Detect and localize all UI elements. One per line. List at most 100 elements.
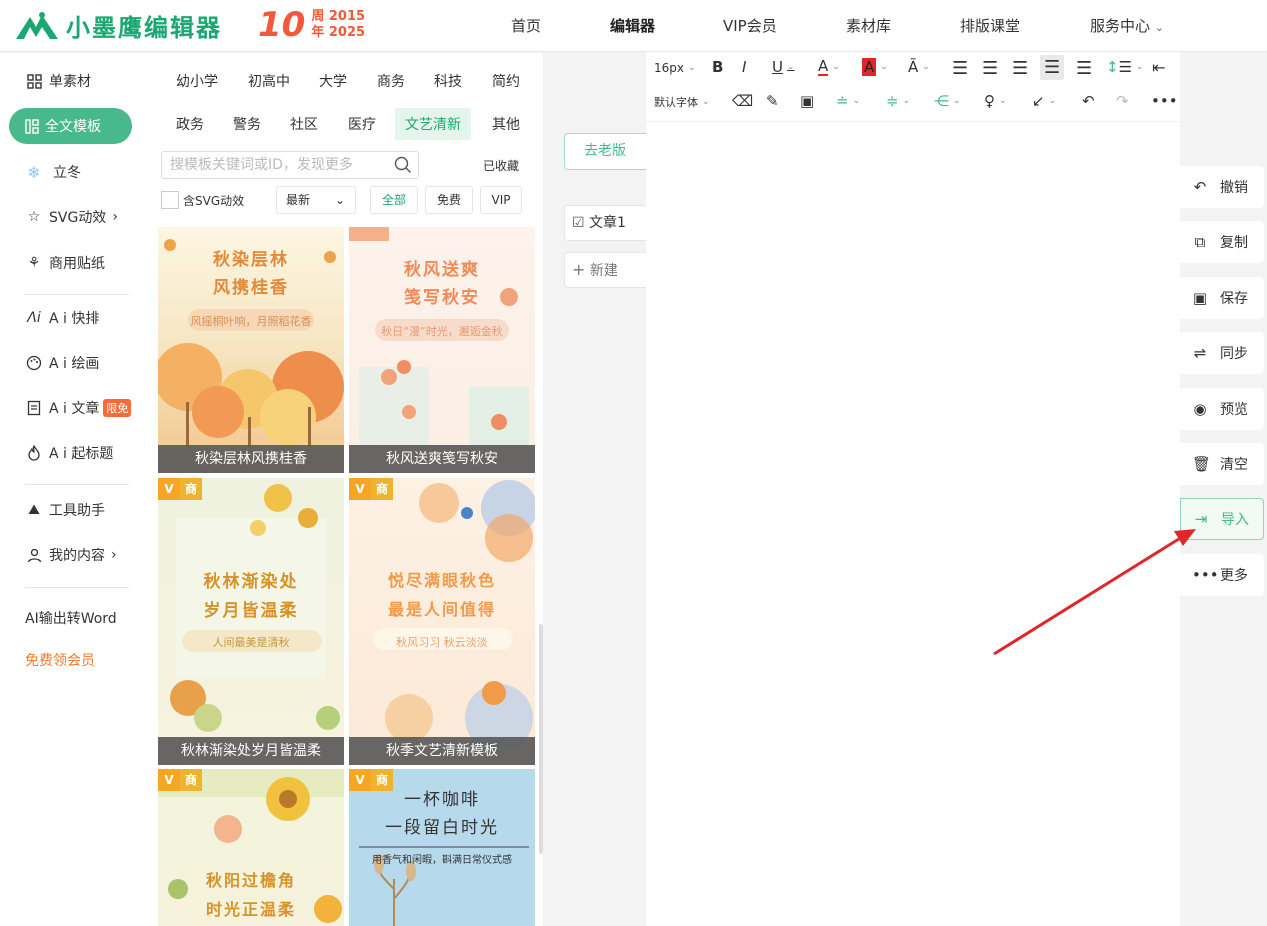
sort-select[interactable]: 最新 ⌄ [276, 186, 356, 214]
template-caption: 秋林渐染处岁月皆温柔 [158, 737, 344, 765]
save-button[interactable]: ▣ 保存 [1180, 277, 1264, 319]
italic-icon[interactable]: I [742, 58, 746, 76]
sidebar-item-free-vip[interactable]: 免费领会员 [25, 648, 95, 672]
category-item[interactable]: 社区 [290, 114, 318, 134]
logo[interactable]: 小墨鹰编辑器 [14, 8, 222, 43]
image-icon[interactable]: ▣ [800, 92, 814, 110]
bold-icon[interactable]: B [712, 58, 723, 76]
copy-icon: ⧉ [1194, 233, 1206, 251]
sidebar-item-ai-article[interactable]: A i 文章 限免 [25, 396, 132, 420]
template-card[interactable]: 秋风送爽 笺写秋安 秋日“漫”时光，邂逅金秋 秋风送爽笺写秋安 [349, 227, 535, 473]
more-icon: ••• [1192, 566, 1219, 584]
nav-vip[interactable]: VIP会员 [723, 15, 777, 36]
exit-icon[interactable]: ⇤ [1152, 58, 1165, 77]
eraser-icon[interactable]: ⌫ [732, 92, 753, 110]
sidebar-item-tools[interactable]: ⛰ 工具助手 [25, 498, 105, 522]
sidebar-item-svg[interactable]: ☆ SVG动效 › [25, 205, 118, 229]
align-right-icon[interactable]: ☰ [1012, 58, 1028, 79]
template-caption: 秋染层林风携桂香 [158, 445, 344, 473]
spacing-after-icon[interactable]: ≑ ⌄ [886, 92, 910, 110]
category-item[interactable]: 幼小学 [176, 71, 218, 91]
template-card[interactable]: V 商 秋林渐染处 岁月皆温柔 人间最美是清秋 秋林渐染处岁月皆温柔 [158, 478, 344, 765]
indent-icon[interactable]: ☰ [1076, 58, 1092, 79]
template-card[interactable]: V 商 一杯咖啡 一段留白时光 用香气和闲暇，斟满日常仪式感 [349, 769, 535, 926]
template-panel: 幼小学 初高中 大学 商务 科技 简约 政务 警务 社区 医疗 文艺清新 其他 … [152, 53, 543, 926]
puzzle-icon: ⚘ [27, 255, 41, 271]
vip-commercial-tag: V 商 [158, 769, 202, 791]
old-version-button[interactable]: 去老版 [564, 133, 646, 170]
underline-icon[interactable]: U ⌄ [772, 58, 795, 76]
template-search-input[interactable]: 搜模板关键词或ID，发现更多 [161, 151, 419, 179]
align-center-icon[interactable]: ☰ [982, 58, 998, 79]
undo-toolbar-icon[interactable]: ↶ [1082, 92, 1095, 110]
preview-button[interactable]: ◉ 预览 [1180, 388, 1264, 430]
category-item[interactable]: 初高中 [248, 71, 290, 91]
chevron-down-icon: ⌄ [1154, 21, 1165, 34]
article-tab[interactable]: ☑ 文章1 [564, 205, 646, 241]
redo-toolbar-icon[interactable]: ↷ [1116, 92, 1129, 110]
category-item[interactable]: 政务 [176, 114, 204, 134]
save-icon: ▣ [1192, 289, 1208, 307]
new-article-button[interactable]: + 新建 [564, 252, 646, 288]
search-icon[interactable] [394, 156, 412, 174]
anniversary-line-1: 周 2015 [311, 9, 366, 24]
editor-area[interactable]: 16px ⌄ B I U ⌄ A ⌄ A ⌄ Ã ⌄ ☰ ☰ ☰ ☰ ☰ ↕ ☰ ⌄ ⇤ 默认… [646, 52, 1180, 926]
format-brush-icon[interactable]: ✎ [766, 92, 779, 110]
more-button[interactable]: ••• 更多 [1180, 554, 1264, 596]
category-item[interactable]: 商务 [377, 71, 405, 91]
font-color-icon[interactable]: A ⌄ [818, 58, 840, 76]
clear-button[interactable]: 🗑 清空 [1180, 443, 1264, 485]
collected-link[interactable]: 已收藏 [483, 157, 519, 174]
vip-tag: V [158, 478, 180, 500]
category-item[interactable]: 其他 [492, 114, 520, 134]
sidebar-item-ai-word[interactable]: AI输出转Word [25, 606, 117, 630]
nav-home[interactable]: 首页 [511, 15, 541, 36]
palette-icon [25, 354, 43, 372]
sync-button[interactable]: ⇌ 同步 [1180, 332, 1264, 374]
font-family-select[interactable]: 默认字体 ⌄ [654, 94, 710, 110]
copy-button[interactable]: ⧉ 复制 [1180, 221, 1264, 263]
nav-editor[interactable]: 编辑器 [610, 15, 655, 36]
more-toolbar-icon[interactable]: ••• [1151, 92, 1178, 110]
category-item[interactable]: 简约 [492, 71, 520, 91]
category-item[interactable]: 科技 [434, 71, 462, 91]
anniversary-line-2: 年 2025 [311, 25, 366, 40]
align-justify-icon[interactable]: ☰ [1040, 55, 1065, 80]
sidebar-item-lidong[interactable]: ❄ 立冬 [25, 160, 81, 184]
sidebar-item-ai-title[interactable]: A i 起标题 [25, 441, 113, 465]
highlight-color-icon[interactable]: A ⌄ [862, 58, 888, 76]
template-caption: 秋风送爽笺写秋安 [349, 445, 535, 473]
text-effect-icon[interactable]: Ã ⌄ [908, 58, 930, 76]
nav-service[interactable]: 服务中心 ⌄ [1090, 15, 1164, 36]
template-card[interactable]: 秋染层林 风携桂香 风摇桐叶响，月照稻花香 秋染层林风携桂香 [158, 227, 344, 473]
sidebar-item-ai-layout[interactable]: Λi A i 快排 [25, 306, 99, 330]
template-scrollbar[interactable] [539, 624, 543, 854]
sidebar-item-full-template[interactable]: 全文模板 [9, 108, 132, 144]
undo-button[interactable]: ↶ 撤销 [1180, 166, 1264, 208]
line-height-icon[interactable]: ↕ ☰ ⌄ [1106, 58, 1144, 76]
svg-checkbox[interactable] [161, 191, 179, 209]
nav-materials[interactable]: 素材库 [846, 15, 891, 36]
category-item[interactable]: 警务 [233, 114, 261, 134]
filter-all[interactable]: 全部 [370, 186, 418, 214]
sidebar-item-stickers[interactable]: ⚘ 商用贴纸 [25, 251, 105, 275]
lightbulb-icon[interactable]: ♀ ⌄ [984, 92, 1007, 110]
filter-free[interactable]: 免费 [425, 186, 473, 214]
sidebar-item-ai-paint[interactable]: A i 绘画 [25, 351, 99, 375]
filter-vip[interactable]: VIP [480, 186, 522, 214]
category-item[interactable]: 医疗 [348, 114, 376, 134]
arrow-icon[interactable]: ↙ ⌄ [1032, 92, 1056, 110]
template-card[interactable]: V 商 悦尽满眼秋色 最是人间值得 秋风习习 秋云淡淡 秋季文艺清新模板 [349, 478, 535, 765]
nav-classroom[interactable]: 排版课堂 [960, 15, 1020, 36]
anniversary-number: 10 [258, 5, 306, 45]
align-left-icon[interactable]: ☰ [952, 58, 968, 79]
import-button[interactable]: ⇥ 导入 [1180, 498, 1264, 540]
template-card[interactable]: V 商 秋阳过檐角 时光正温柔 [158, 769, 344, 926]
font-size-select[interactable]: 16px ⌄ [654, 61, 696, 75]
sidebar-item-single-material[interactable]: 单素材 [25, 69, 91, 93]
category-item-active[interactable]: 文艺清新 [395, 108, 471, 140]
margin-icon[interactable]: ⋲ ⌄ [934, 92, 961, 110]
sidebar-item-my-content[interactable]: 我的内容 › [25, 543, 117, 567]
spacing-before-icon[interactable]: ≐ ⌄ [836, 92, 860, 110]
category-item[interactable]: 大学 [319, 71, 347, 91]
